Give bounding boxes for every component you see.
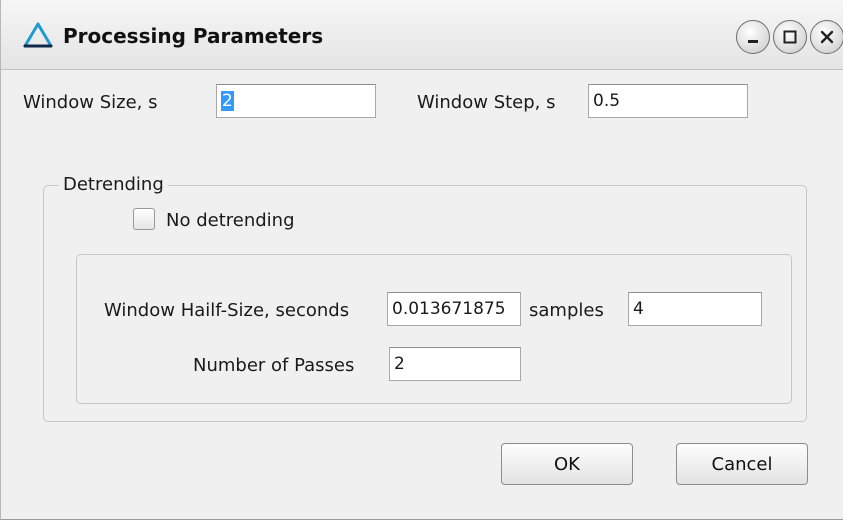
window-size-value: 2: [221, 91, 234, 111]
samples-input[interactable]: 4: [628, 292, 762, 326]
ok-button[interactable]: OK: [501, 443, 633, 485]
no-detrending-checkbox[interactable]: [133, 208, 155, 230]
samples-label: samples: [529, 300, 604, 321]
processing-parameters-dialog: Processing Parameters Window Size, s 2 W…: [0, 0, 843, 520]
detrending-group-label: Detrending: [59, 174, 168, 195]
minimize-icon: [748, 40, 758, 43]
window-step-input[interactable]: 0.5: [588, 84, 748, 118]
window-size-input[interactable]: 2: [216, 84, 376, 118]
minimize-button[interactable]: [736, 20, 770, 54]
cancel-button[interactable]: Cancel: [676, 443, 808, 485]
number-of-passes-input[interactable]: 2: [389, 347, 521, 381]
window-size-label: Window Size, s: [23, 92, 158, 113]
window-half-size-label: Window Hailf-Size, seconds: [104, 300, 350, 321]
window-title: Processing Parameters: [63, 24, 324, 48]
maximize-button[interactable]: [773, 20, 807, 54]
detrending-settings-frame: [76, 254, 792, 404]
window-step-label: Window Step, s: [417, 92, 556, 113]
triangle-logo-icon: [23, 22, 53, 48]
close-button[interactable]: [810, 20, 843, 54]
window-half-size-input[interactable]: 0.013671875: [387, 292, 521, 326]
maximize-icon: [783, 30, 797, 44]
no-detrending-label[interactable]: No detrending: [166, 210, 295, 231]
close-icon: [820, 30, 834, 44]
title-bar[interactable]: Processing Parameters: [1, 0, 843, 70]
number-of-passes-label: Number of Passes: [193, 355, 355, 376]
